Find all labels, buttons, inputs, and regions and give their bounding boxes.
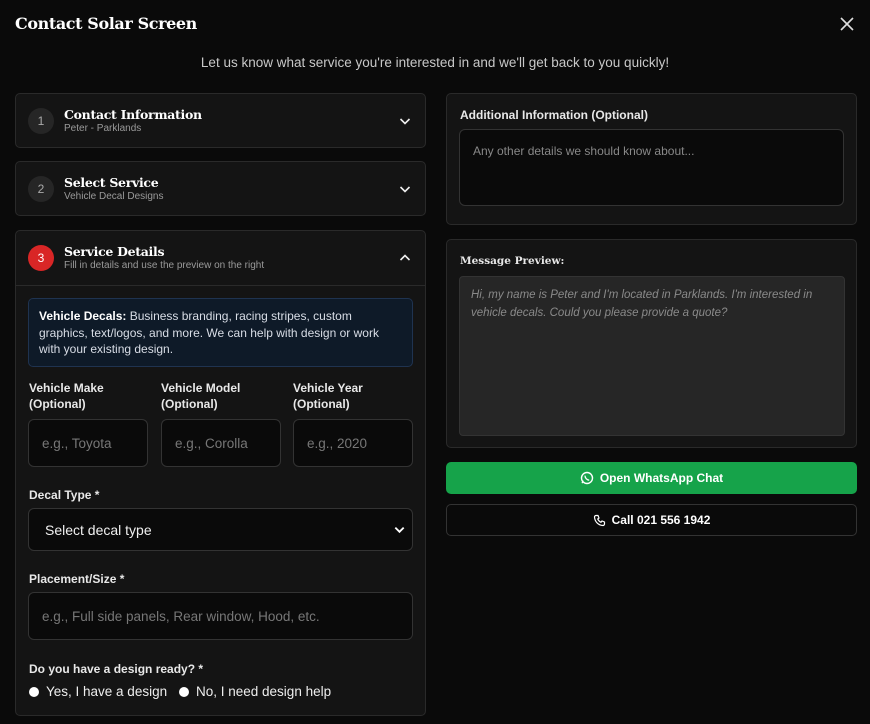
step-contact-information[interactable]: 1 Contact Information Peter - Parklands bbox=[15, 93, 426, 148]
step-title: Contact Information bbox=[64, 107, 202, 122]
call-button[interactable]: Call 021 556 1942 bbox=[446, 504, 857, 536]
chevron-down-icon[interactable] bbox=[398, 114, 412, 128]
service-info-box: Vehicle Decals: Business branding, racin… bbox=[28, 298, 413, 367]
divider bbox=[16, 285, 425, 286]
step-subtitle: Vehicle Decal Designs bbox=[64, 191, 164, 202]
step-number: 2 bbox=[28, 176, 54, 202]
close-icon[interactable] bbox=[838, 15, 856, 33]
label-line: (Optional) bbox=[293, 397, 350, 411]
step-select-service[interactable]: 2 Select Service Vehicle Decal Designs bbox=[15, 161, 426, 216]
vehicle-make-input[interactable]: e.g., Toyota bbox=[28, 419, 148, 467]
additional-info-textarea[interactable]: Any other details we should know about..… bbox=[459, 129, 844, 206]
chevron-up-icon[interactable] bbox=[398, 251, 412, 265]
label-line: Vehicle Year bbox=[293, 381, 363, 395]
chevron-down-icon bbox=[394, 526, 405, 534]
additional-info-label: Additional Information (Optional) bbox=[460, 108, 648, 122]
step-header[interactable]: 1 Contact Information Peter - Parklands bbox=[16, 94, 425, 148]
label-line: (Optional) bbox=[161, 397, 218, 411]
additional-info-card: Additional Information (Optional) Any ot… bbox=[446, 93, 857, 225]
placement-input[interactable]: e.g., Full side panels, Rear window, Hoo… bbox=[28, 592, 413, 640]
phone-icon bbox=[593, 514, 605, 526]
radio-button[interactable] bbox=[29, 686, 39, 697]
open-whatsapp-button[interactable]: Open WhatsApp Chat bbox=[446, 462, 857, 494]
vehicle-make-label: Vehicle Make (Optional) bbox=[29, 380, 104, 412]
decal-type-value: Select decal type bbox=[45, 521, 152, 538]
step-number: 1 bbox=[28, 108, 54, 134]
step-subtitle: Fill in details and use the preview on t… bbox=[64, 260, 265, 271]
placement-label: Placement/Size * bbox=[29, 572, 125, 586]
call-button-label: Call 021 556 1942 bbox=[611, 513, 711, 527]
message-preview-label: Message Preview: bbox=[460, 255, 565, 267]
step-title: Select Service bbox=[64, 175, 159, 190]
vehicle-year-label: Vehicle Year (Optional) bbox=[293, 380, 363, 412]
chevron-down-icon[interactable] bbox=[398, 182, 412, 196]
label-line: (Optional) bbox=[29, 397, 86, 411]
step-service-details: 3 Service Details Fill in details and us… bbox=[15, 230, 426, 716]
vehicle-model-label: Vehicle Model (Optional) bbox=[161, 380, 240, 412]
radio-option-needs-help[interactable]: No, I need design help bbox=[179, 684, 331, 699]
radio-label: No, I need design help bbox=[196, 684, 332, 699]
step-header[interactable]: 3 Service Details Fill in details and us… bbox=[16, 231, 425, 285]
info-heading: Vehicle Decals: bbox=[39, 309, 127, 323]
whatsapp-icon bbox=[580, 471, 594, 485]
step-number: 3 bbox=[28, 245, 54, 271]
radio-button[interactable] bbox=[179, 686, 189, 697]
message-preview-text: Hi, my name is Peter and I'm located in … bbox=[459, 276, 845, 436]
vehicle-year-input[interactable]: e.g., 2020 bbox=[293, 419, 413, 467]
label-line: Vehicle Make bbox=[29, 381, 104, 395]
dialog-title: Contact Solar Screen bbox=[15, 14, 197, 33]
whatsapp-button-label: Open WhatsApp Chat bbox=[599, 471, 724, 485]
step-header[interactable]: 2 Select Service Vehicle Decal Designs bbox=[16, 162, 425, 216]
radio-label: Yes, I have a design bbox=[46, 684, 168, 699]
design-ready-label: Do you have a design ready? * bbox=[29, 662, 204, 676]
decal-type-label: Decal Type * bbox=[29, 488, 100, 502]
dialog-subtitle: Let us know what service you're interest… bbox=[200, 55, 670, 70]
vehicle-model-input[interactable]: e.g., Corolla bbox=[161, 419, 281, 467]
step-subtitle: Peter - Parklands bbox=[64, 123, 142, 134]
radio-option-has-design[interactable]: Yes, I have a design bbox=[29, 684, 167, 699]
label-line: Vehicle Model bbox=[161, 381, 241, 395]
message-preview-card: Message Preview: Hi, my name is Peter an… bbox=[446, 239, 857, 448]
step-title: Service Details bbox=[64, 244, 165, 259]
decal-type-select[interactable]: Select decal type bbox=[28, 508, 413, 551]
